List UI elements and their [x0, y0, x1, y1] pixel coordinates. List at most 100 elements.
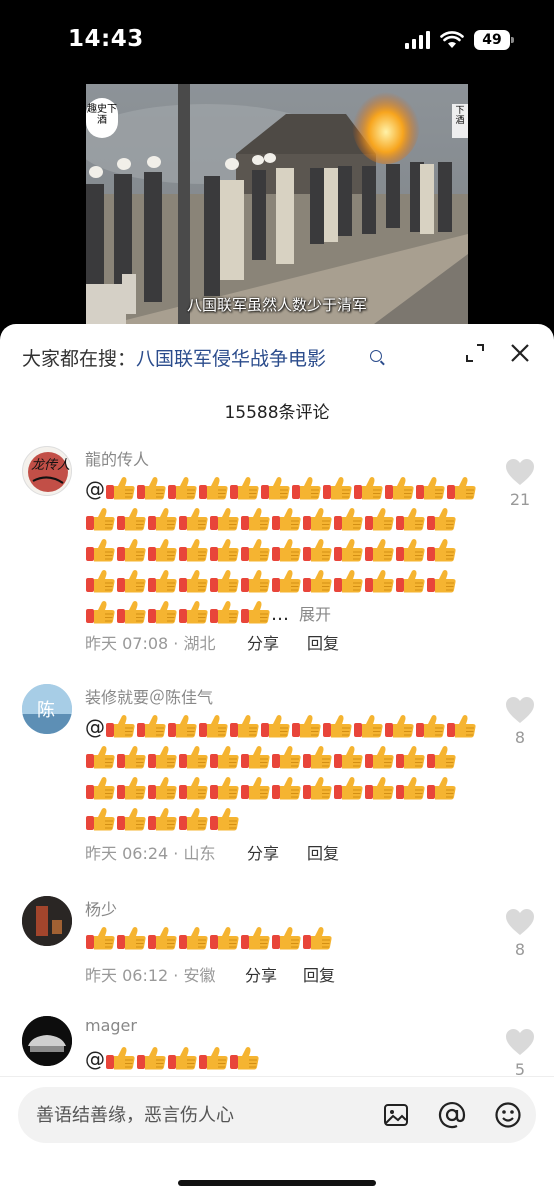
thumbs-up-emoji [426, 568, 457, 594]
status-time: 14:43 [68, 26, 144, 52]
comment-username[interactable]: 装修就要＠陈佳气 [85, 684, 213, 708]
thumbs-up-emoji [167, 713, 198, 739]
thumbs-up-emoji [271, 744, 302, 770]
thumbs-up-emoji [322, 713, 353, 739]
comment-username[interactable]: 杨少 [85, 896, 117, 920]
thumbs-up-emoji [291, 713, 322, 739]
avatar-image [22, 896, 72, 946]
thumbs-up-emoji [240, 744, 271, 770]
video-player[interactable]: 趣史下酒 下酒 八国联军虽然人数少于清军 [86, 84, 468, 330]
thumbs-up-emoji [147, 744, 178, 770]
thumbs-up-emoji [395, 568, 426, 594]
reply-button[interactable]: 回复 [307, 630, 339, 654]
thumbs-up-emoji [415, 475, 446, 501]
comment-username[interactable]: mager [85, 1016, 137, 1035]
thumbs-up-emoji [415, 713, 446, 739]
thumbs-up-emoji [395, 775, 426, 801]
thumbs-up-emoji [85, 506, 116, 532]
comment-text [85, 924, 485, 955]
thumbs-up-emoji [85, 568, 116, 594]
expand-link[interactable]: 展开 [299, 605, 331, 624]
at-icon[interactable] [438, 1101, 466, 1129]
comment-meta: 昨天 07:08 · 湖北 分享 回复 [85, 630, 339, 654]
like-count: 8 [514, 728, 526, 747]
image-icon[interactable] [382, 1101, 410, 1129]
thumbs-up-emoji [136, 475, 167, 501]
like-button[interactable]: 5 [505, 1028, 535, 1079]
share-button[interactable]: 分享 [247, 630, 307, 654]
avatar[interactable] [22, 1016, 72, 1066]
thumbs-up-emoji [229, 475, 260, 501]
svg-text:陈: 陈 [37, 700, 55, 721]
like-button[interactable]: 21 [505, 458, 535, 509]
thumbs-up-emoji [147, 806, 178, 832]
thumbs-up-emoji [209, 568, 240, 594]
thumbs-up-emoji [136, 713, 167, 739]
heart-icon [506, 1029, 534, 1055]
thumbs-up-emoji [116, 568, 147, 594]
channel-logo-secondary: 下酒 [452, 104, 468, 138]
thumbs-up-emoji [85, 744, 116, 770]
thumbs-up-emoji [209, 775, 240, 801]
thumbs-up-emoji [178, 537, 209, 563]
share-button[interactable]: 分享 [245, 962, 303, 986]
thumbs-up-emoji [364, 537, 395, 563]
thumbs-up-emoji [395, 506, 426, 532]
thumbs-up-emoji [446, 713, 477, 739]
thumbs-up-emoji [147, 506, 178, 532]
share-button[interactable]: 分享 [247, 840, 307, 864]
thumbs-up-emoji [333, 506, 364, 532]
avatar[interactable]: 龙传人 [22, 446, 72, 496]
hot-search-term[interactable]: 八国联军侵华战争电影 [136, 348, 326, 370]
thumbs-up-emoji [426, 506, 457, 532]
thumbs-up-emoji [178, 506, 209, 532]
search-icon [370, 350, 382, 362]
like-button[interactable]: 8 [505, 908, 535, 959]
thumbs-up-emoji [147, 537, 178, 563]
mention-symbol: @ [85, 477, 105, 501]
comment-input-container[interactable] [18, 1087, 536, 1143]
thumbs-up-emoji [209, 506, 240, 532]
reply-button[interactable]: 回复 [307, 840, 339, 864]
status-icons: 49 [405, 30, 514, 50]
hot-search-row[interactable]: 大家都在搜：八国联军侵华战争电影 [22, 344, 326, 371]
home-indicator[interactable] [178, 1180, 376, 1186]
fullscreen-icon[interactable] [464, 342, 486, 364]
avatar-image [22, 1016, 72, 1066]
thumbs-up-emoji [333, 775, 364, 801]
comment-text: @ [85, 1044, 485, 1075]
thumbs-up-emoji [322, 475, 353, 501]
thumbs-up-emoji [302, 925, 333, 951]
thumbs-up-emoji [198, 475, 229, 501]
emoji-face-icon[interactable] [494, 1101, 522, 1129]
reply-button[interactable]: 回复 [303, 962, 335, 986]
thumbs-up-emoji [395, 744, 426, 770]
thumbs-up-emoji [198, 1045, 229, 1071]
thumbs-up-emoji [260, 713, 291, 739]
thumbs-up-emoji [302, 744, 333, 770]
thumbs-up-emoji [167, 475, 198, 501]
thumbs-up-emoji [271, 537, 302, 563]
comment-text: @ … 展开 [85, 474, 485, 630]
thumbs-up-emoji [116, 925, 147, 951]
like-button[interactable]: 8 [505, 696, 535, 747]
comment-username[interactable]: 龍的传人 [85, 446, 149, 470]
thumbs-up-emoji [364, 568, 395, 594]
thumbs-up-emoji [240, 599, 271, 625]
thumbs-up-emoji [395, 537, 426, 563]
comment-time: 昨天 07:08 · 湖北 [85, 634, 216, 653]
comment-input[interactable] [36, 1087, 376, 1143]
thumbs-up-emoji [116, 599, 147, 625]
thumbs-up-emoji [116, 506, 147, 532]
avatar[interactable]: 陈 [22, 684, 72, 734]
comment-time: 昨天 06:12 · 安徽 [85, 966, 216, 985]
avatar[interactable] [22, 896, 72, 946]
close-icon[interactable] [508, 341, 532, 365]
thumbs-up-emoji [333, 568, 364, 594]
thumbs-up-emoji [85, 925, 116, 951]
thumbs-up-emoji [178, 775, 209, 801]
thumbs-up-emoji [302, 568, 333, 594]
battery-indicator: 49 [474, 30, 514, 50]
svg-text:龙传人: 龙传人 [31, 458, 70, 473]
video-subtitle: 八国联军虽然人数少于清军 [186, 296, 367, 314]
